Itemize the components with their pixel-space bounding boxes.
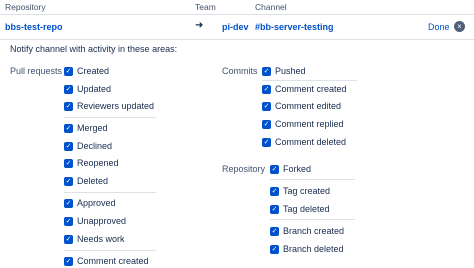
commit-comment-edited-checkbox[interactable]: ✓ Comment edited xyxy=(262,100,341,112)
pr-unapproved-checkbox[interactable]: ✓ Unapproved xyxy=(64,215,126,227)
divider xyxy=(262,80,357,81)
table-header: Repository Team Channel xyxy=(0,0,474,15)
commit-comment-created-checkbox[interactable]: ✓ Comment created xyxy=(262,83,347,95)
pr-merged-checkbox[interactable]: ✓ Merged xyxy=(64,122,108,134)
close-icon[interactable]: × xyxy=(454,21,465,32)
checkbox-checked-icon: ✓ xyxy=(64,66,73,76)
repo-forked-checkbox[interactable]: ✓ Forked xyxy=(270,163,311,175)
pull-requests-group-label: Pull requests xyxy=(10,66,63,76)
checkbox-checked-icon: ✓ xyxy=(64,101,73,111)
pr-needs-work-checkbox[interactable]: ✓ Needs work xyxy=(64,233,125,245)
checkbox-checked-icon: ✓ xyxy=(262,66,271,76)
repo-tag-created-checkbox[interactable]: ✓ Tag created xyxy=(270,185,330,197)
arrow-right-icon: ➜ xyxy=(195,20,204,31)
checkbox-checked-icon: ✓ xyxy=(270,244,279,254)
channel-column-header: Channel xyxy=(255,2,287,12)
pr-created-checkbox[interactable]: ✓ Created xyxy=(64,65,109,77)
checkbox-checked-icon: ✓ xyxy=(64,141,73,151)
checkbox-checked-icon: ✓ xyxy=(262,119,271,129)
repository-link[interactable]: bbs-test-repo xyxy=(5,22,63,32)
repo-tag-deleted-checkbox[interactable]: ✓ Tag deleted xyxy=(270,203,330,215)
checkbox-checked-icon: ✓ xyxy=(270,164,279,174)
commit-comment-replied-checkbox[interactable]: ✓ Comment replied xyxy=(262,118,344,130)
checkbox-checked-icon: ✓ xyxy=(262,137,271,147)
repo-branch-deleted-checkbox[interactable]: ✓ Branch deleted xyxy=(270,243,344,255)
pr-approved-checkbox[interactable]: ✓ Approved xyxy=(64,197,116,209)
divider xyxy=(270,179,355,180)
commit-comment-deleted-checkbox[interactable]: ✓ Comment deleted xyxy=(262,136,346,148)
checkbox-checked-icon: ✓ xyxy=(262,84,271,94)
checkbox-checked-icon: ✓ xyxy=(64,84,73,94)
divider xyxy=(64,192,156,193)
commit-pushed-checkbox[interactable]: ✓ Pushed xyxy=(262,65,306,77)
commits-group-label: Commits xyxy=(222,66,258,76)
checkbox-checked-icon: ✓ xyxy=(270,226,279,236)
checkbox-checked-icon: ✓ xyxy=(64,216,73,226)
checkbox-checked-icon: ✓ xyxy=(64,123,73,133)
checkbox-checked-icon: ✓ xyxy=(64,198,73,208)
repo-branch-created-checkbox[interactable]: ✓ Branch created xyxy=(270,225,344,237)
pr-reopened-checkbox[interactable]: ✓ Reopened xyxy=(64,157,119,169)
done-button[interactable]: Done xyxy=(428,22,450,32)
checkbox-checked-icon: ✓ xyxy=(270,204,279,214)
divider xyxy=(270,219,355,220)
team-column-header: Team xyxy=(195,2,216,12)
pr-comment-created-checkbox[interactable]: ✓ Comment created xyxy=(64,255,149,267)
repository-group-label: Repository xyxy=(222,164,266,174)
pr-reviewers-updated-checkbox[interactable]: ✓ Reviewers updated xyxy=(64,100,154,112)
notify-instructions: Notify channel with activity in these ar… xyxy=(10,44,178,54)
checkbox-checked-icon: ✓ xyxy=(64,176,73,186)
pr-updated-checkbox[interactable]: ✓ Updated xyxy=(64,83,111,95)
divider xyxy=(64,250,156,251)
team-link[interactable]: pi-dev xyxy=(222,22,249,32)
pr-declined-checkbox[interactable]: ✓ Declined xyxy=(64,140,112,152)
checkbox-checked-icon: ✓ xyxy=(262,101,271,111)
repository-column-header: Repository xyxy=(5,2,46,12)
mapping-row: bbs-test-repo ➜ pi-dev #bb-server-testin… xyxy=(0,15,474,40)
checkbox-checked-icon: ✓ xyxy=(270,186,279,196)
checkbox-checked-icon: ✓ xyxy=(64,158,73,168)
pr-deleted-checkbox[interactable]: ✓ Deleted xyxy=(64,175,108,187)
checkbox-checked-icon: ✓ xyxy=(64,256,73,266)
checkbox-checked-icon: ✓ xyxy=(64,234,73,244)
divider xyxy=(64,117,156,118)
channel-link[interactable]: #bb-server-testing xyxy=(255,22,334,32)
